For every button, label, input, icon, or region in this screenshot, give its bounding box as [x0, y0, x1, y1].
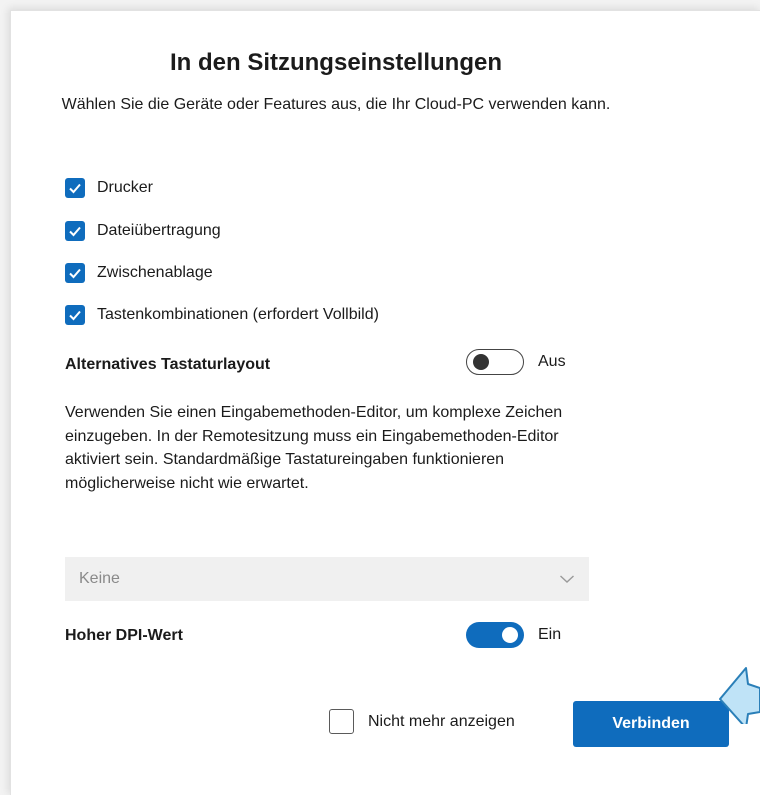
checkbox-label: Drucker [97, 179, 154, 196]
checkbox-box[interactable] [65, 221, 85, 241]
checkbox-clipboard[interactable]: Zwischenablage [65, 261, 213, 285]
toggle-knob [502, 627, 518, 643]
checkbox-label: Zwischenablage [97, 264, 213, 281]
checkbox-key-combinations[interactable]: Tastenkombinationen (erfordert Vollbild) [65, 303, 379, 327]
checkbox-label: Tastenkombinationen (erfordert Vollbild) [97, 306, 379, 323]
keyboard-layout-description: Verwenden Sie einen Eingabemethoden-Edit… [65, 404, 563, 492]
dont-show-again-label: Nicht mehr anzeigen [368, 712, 515, 730]
chevron-down-icon [560, 575, 574, 583]
arrow-pointer-icon [719, 667, 760, 724]
dont-show-again-checkbox[interactable]: Nicht mehr anzeigen [329, 709, 515, 734]
checkmark-icon [69, 310, 81, 321]
ime-select[interactable]: Keine [65, 557, 589, 601]
ime-select-value: Keine [79, 570, 120, 587]
checkmark-icon [69, 226, 81, 237]
keyboard-layout-toggle[interactable] [466, 349, 524, 375]
checkbox-printer[interactable]: Drucker [65, 176, 153, 200]
checkbox-label: Dateiübertragung [97, 222, 221, 239]
keyboard-layout-toggle-group: Aus [466, 349, 566, 375]
high-dpi-toggle-group: Ein [466, 622, 561, 648]
toggle-knob [473, 354, 489, 370]
dialog-subtitle: Wählen Sie die Geräte oder Features aus,… [61, 96, 611, 113]
high-dpi-toggle[interactable] [466, 622, 524, 648]
checkbox-box[interactable] [65, 305, 85, 325]
checkmark-icon [69, 183, 81, 194]
keyboard-layout-toggle-state: Aus [538, 353, 566, 370]
keyboard-layout-label: Alternatives Tastaturlayout [65, 356, 271, 373]
session-settings-dialog: In den Sitzungseinstellungen Wählen Sie … [10, 10, 760, 795]
page: In den Sitzungseinstellungen Wählen Sie … [0, 0, 760, 795]
dialog-title: In den Sitzungseinstellungen [169, 49, 502, 76]
checkbox-box[interactable] [329, 709, 354, 734]
checkbox-file-transfer[interactable]: Dateiübertragung [65, 219, 221, 243]
connect-button[interactable]: Verbinden [573, 701, 729, 747]
checkbox-box[interactable] [65, 178, 85, 198]
checkmark-icon [69, 268, 81, 279]
high-dpi-toggle-state: Ein [538, 626, 562, 643]
high-dpi-label: Hoher DPI-Wert [65, 627, 183, 644]
checkbox-box[interactable] [65, 263, 85, 283]
